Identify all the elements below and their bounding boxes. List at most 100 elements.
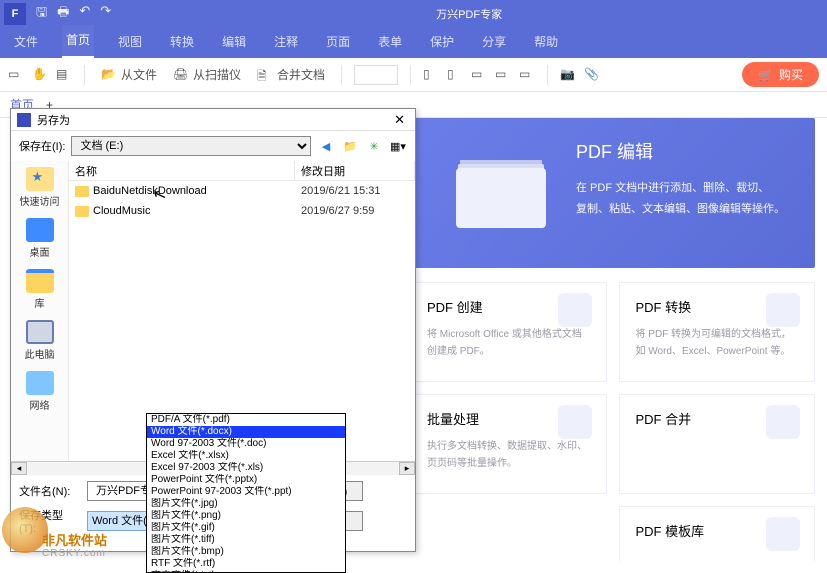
sidebar-desktop[interactable]: 桌面 — [26, 218, 54, 259]
banner-line1: 在 PDF 文档中进行添加、删除、裁切、 — [576, 182, 769, 194]
filetype-option[interactable]: PDF/A 文件(*.pdf) — [147, 414, 345, 426]
filetype-option[interactable]: Excel 97-2003 文件(*.xls) — [147, 462, 345, 474]
save-in-label: 保存在(I): — [19, 138, 65, 154]
select-tool-icon[interactable]: ▭ — [8, 67, 24, 83]
toolbar: ▭ ✋ ▤ 📂从文件 🖨从扫描仪 🗎合并文档 ▯ ▯ ▭ ▭ ▭ 📷 📎 🛒 购买 — [0, 58, 827, 92]
dialog-icon — [17, 113, 31, 127]
menu-edit[interactable]: 编辑 — [218, 27, 250, 58]
hand-tool-icon[interactable]: ✋ — [32, 67, 48, 83]
layout-icon-3[interactable]: ▭ — [471, 67, 487, 83]
menu-help[interactable]: 帮助 — [530, 27, 562, 58]
menu-protect[interactable]: 保护 — [426, 27, 458, 58]
print-icon[interactable]: 🖶 — [57, 3, 69, 25]
col-date[interactable]: 修改日期 — [295, 161, 415, 180]
template-icon — [766, 517, 800, 551]
save-icon[interactable]: 🖫 — [36, 3, 47, 25]
up-icon[interactable]: 📁 — [341, 137, 359, 155]
separator — [547, 65, 548, 85]
buy-button[interactable]: 🛒 购买 — [742, 62, 819, 87]
banner-title: PDF 编辑 — [576, 138, 785, 164]
attachment-icon[interactable]: 📎 — [584, 67, 600, 83]
filetype-label: 保存类型(T): — [19, 507, 79, 535]
merge-card-icon — [766, 405, 800, 439]
batch-icon — [558, 405, 592, 439]
filetype-option[interactable]: Excel 文件(*.xlsx) — [147, 450, 345, 462]
layout-icon-4[interactable]: ▭ — [495, 67, 511, 83]
sidebar-quick-access[interactable]: 快速访问 — [20, 167, 60, 208]
back-icon[interactable]: ◀ — [317, 137, 335, 155]
menu-comment[interactable]: 注释 — [270, 27, 302, 58]
new-folder-icon[interactable]: ✳ — [365, 137, 383, 155]
card-pdf-convert[interactable]: PDF 转换 将 PDF 转换为可编辑的文档格式，如 Word、Excel、Po… — [619, 282, 816, 382]
sidebar-network[interactable]: 网络 — [26, 371, 54, 412]
zoom-select[interactable] — [354, 65, 398, 85]
file-row[interactable]: CloudMusic2019/6/27 9:59 — [69, 201, 415, 221]
col-name[interactable]: 名称 — [69, 161, 295, 180]
filetype-dropdown[interactable]: PDF/A 文件(*.pdf)Word 文件(*.docx)Word 97-20… — [146, 413, 346, 573]
banner-illustration — [436, 138, 566, 248]
close-button[interactable]: ✕ — [390, 112, 409, 128]
places-sidebar: 快速访问 桌面 库 此电脑 网络 — [11, 161, 69, 461]
filetype-option[interactable]: PowerPoint 文件(*.pptx) — [147, 474, 345, 486]
filetype-option[interactable]: 图片文件(*.png) — [147, 510, 345, 522]
menu-form[interactable]: 表单 — [374, 27, 406, 58]
menu-file[interactable]: 文件 — [10, 27, 42, 58]
buy-label: 购买 — [779, 66, 803, 83]
filetype-option[interactable]: 图片文件(*.jpg) — [147, 498, 345, 510]
sidebar-this-pc[interactable]: 此电脑 — [25, 320, 55, 361]
scroll-left-button[interactable]: ◂ — [11, 462, 27, 475]
cart-icon: 🛒 — [758, 68, 773, 82]
card-desc: 将 Microsoft Office 或其他格式文档创建成 PDF。 — [427, 326, 590, 360]
banner-pdf-edit[interactable]: PDF 编辑 在 PDF 文档中进行添加、删除、裁切、复制、粘贴、文本编辑、图像… — [410, 118, 815, 268]
banner-line2: 复制、粘贴、文本编辑、图像编辑等操作。 — [576, 203, 785, 215]
redo-icon[interactable]: ↷ — [100, 3, 111, 25]
separator — [341, 65, 342, 85]
scanner-icon: 🖨 — [173, 67, 189, 83]
merge-label: 合并文档 — [277, 66, 325, 83]
folder-icon — [75, 206, 89, 217]
filetype-option[interactable]: Word 97-2003 文件(*.doc) — [147, 438, 345, 450]
snapshot-icon[interactable]: 📷 — [560, 67, 576, 83]
filetype-option[interactable]: RTF 文件(*.rtf) — [147, 558, 345, 570]
edit-tool-icon[interactable]: ▤ — [56, 67, 72, 83]
filetype-option[interactable]: 图片文件(*.tiff) — [147, 534, 345, 546]
filetype-option[interactable]: 图片文件(*.bmp) — [147, 546, 345, 558]
dialog-titlebar: 另存为 ✕ — [11, 109, 415, 131]
layout-icon-1[interactable]: ▯ — [423, 67, 439, 83]
titlebar: F 🖫 🖶 ↶ ↷ 万兴PDF专家 — [0, 0, 827, 28]
view-menu-icon[interactable]: ▦▾ — [389, 137, 407, 155]
menu-home[interactable]: 首页 — [62, 25, 94, 58]
card-pdf-merge[interactable]: PDF 合并 — [619, 394, 816, 494]
menu-view[interactable]: 视图 — [114, 27, 146, 58]
from-file-button[interactable]: 📂从文件 — [97, 63, 161, 86]
file-row[interactable]: BaiduNetdiskDownload2019/6/21 15:31 — [69, 181, 415, 201]
menu-convert[interactable]: 转换 — [166, 27, 198, 58]
folder-icon — [75, 186, 89, 197]
create-icon — [558, 293, 592, 327]
filetype-option[interactable]: Word 文件(*.docx) — [147, 426, 345, 438]
undo-icon[interactable]: ↶ — [79, 3, 90, 25]
from-scanner-button[interactable]: 🖨从扫描仪 — [169, 63, 245, 86]
menu-share[interactable]: 分享 — [478, 27, 510, 58]
window-title: 万兴PDF专家 — [111, 6, 827, 22]
card-pdf-create[interactable]: PDF 创建 将 Microsoft Office 或其他格式文档创建成 PDF… — [410, 282, 607, 382]
card-batch[interactable]: 批量处理 执行多文档转换、数据提取、水印、页页码等批量操作。 — [410, 394, 607, 494]
app-logo: F — [4, 3, 26, 25]
separator — [410, 65, 411, 85]
card-desc: 将 PDF 转换为可编辑的文档格式，如 Word、Excel、PowerPoin… — [636, 326, 799, 360]
layout-icon-5[interactable]: ▭ — [519, 67, 535, 83]
layout-icon-2[interactable]: ▯ — [447, 67, 463, 83]
merge-button[interactable]: 🗎合并文档 — [253, 63, 329, 86]
save-in-select[interactable]: 文档 (E:) — [71, 136, 311, 156]
from-file-label: 从文件 — [121, 66, 157, 83]
sidebar-libraries[interactable]: 库 — [26, 269, 54, 310]
menu-page[interactable]: 页面 — [322, 27, 354, 58]
filetype-option[interactable]: PowerPoint 97-2003 文件(*.ppt) — [147, 486, 345, 498]
dialog-title: 另存为 — [37, 112, 70, 128]
card-desc: 执行多文档转换、数据提取、水印、页页码等批量操作。 — [427, 438, 590, 472]
scroll-right-button[interactable]: ▸ — [399, 462, 415, 475]
filetype-option[interactable]: 图片文件(*.gif) — [147, 522, 345, 534]
separator — [84, 65, 85, 85]
merge-icon: 🗎 — [257, 67, 273, 83]
card-pdf-template[interactable]: PDF 模板库 — [619, 506, 816, 561]
